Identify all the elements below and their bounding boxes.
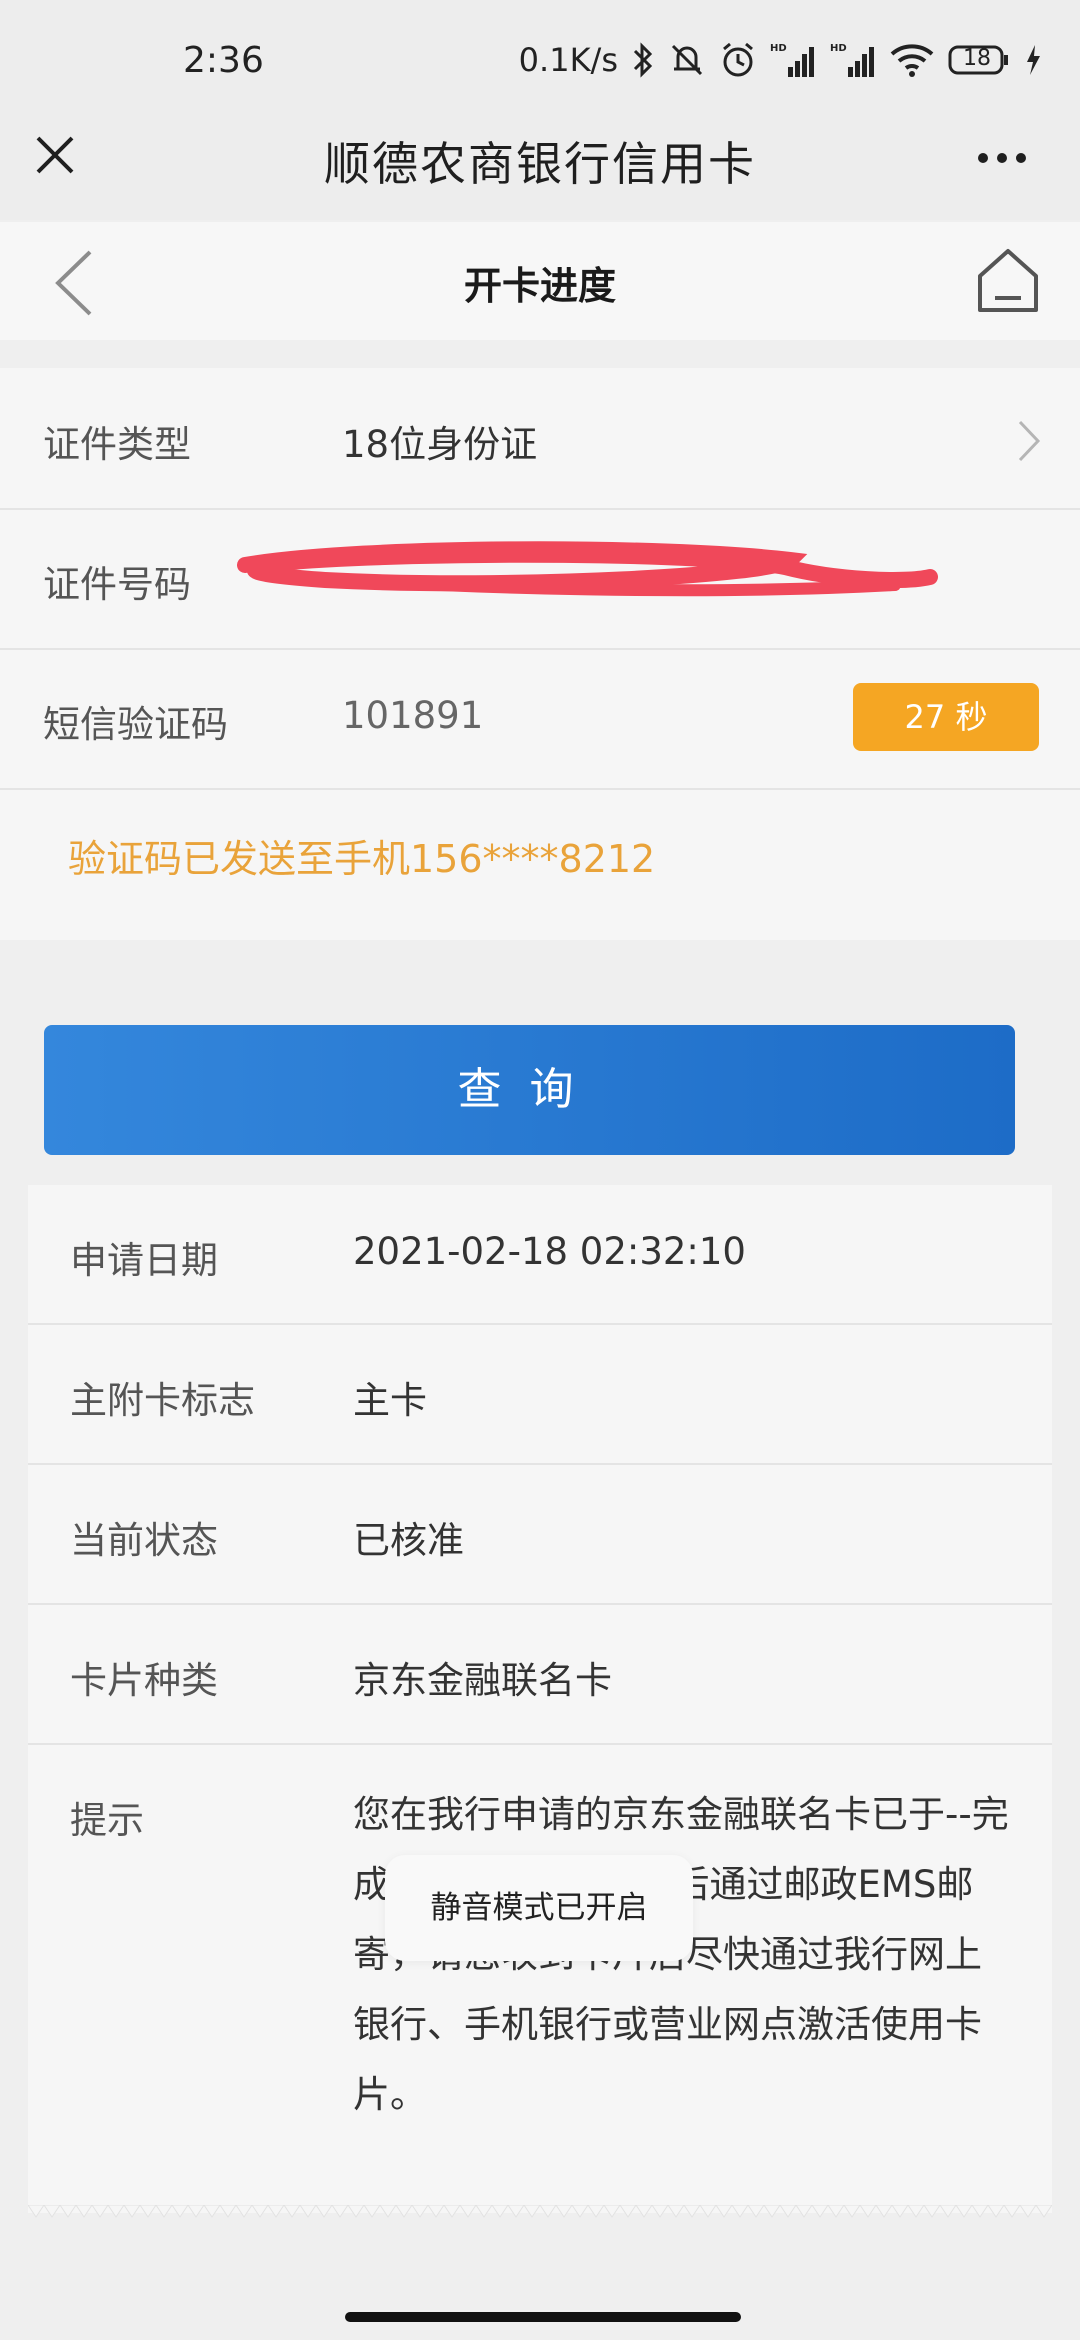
- status-value: 已核准: [353, 1519, 464, 1562]
- sms-sent-note: 验证码已发送至手机156****8212: [68, 837, 656, 881]
- id-number-label: 证件号码: [43, 563, 191, 606]
- apply-date-value: 2021-02-18 02:32:10: [353, 1230, 746, 1273]
- tip-label: 提示: [70, 1799, 144, 1842]
- card-role-value: 主卡: [353, 1379, 427, 1422]
- id-type-label: 证件类型: [43, 423, 191, 466]
- battery-icon: 18: [948, 44, 1010, 76]
- svg-text:HD: HD: [830, 43, 847, 54]
- card-type-value: 京东金融联名卡: [353, 1659, 612, 1702]
- svg-text:HD: HD: [770, 43, 787, 54]
- signal-hd-icon-2: HD: [830, 41, 876, 79]
- sms-code-row[interactable]: 短信验证码 101891 27 秒: [0, 648, 1080, 790]
- silent-mode-toast: 静音模式已开启: [385, 1855, 693, 1961]
- query-button[interactable]: 查询: [44, 1025, 1015, 1155]
- status-time: 2:36: [183, 40, 264, 81]
- bluetooth-icon: [632, 42, 654, 78]
- net-speed: 0.1K/s: [518, 41, 618, 79]
- page-title: 开卡进度: [463, 264, 616, 308]
- battery-level: 18: [963, 46, 991, 71]
- sms-code-input[interactable]: 101891: [342, 694, 483, 737]
- more-icon[interactable]: [978, 148, 1035, 167]
- home-indicator: [345, 2312, 741, 2322]
- signal-hd-icon: HD: [770, 41, 816, 79]
- table-row: 主附卡标志 主卡: [28, 1325, 1052, 1465]
- id-type-row[interactable]: 证件类型 18位身份证: [0, 368, 1080, 510]
- alarm-icon: [720, 41, 756, 79]
- resend-timer-button[interactable]: 27 秒: [853, 683, 1039, 751]
- id-type-value[interactable]: 18位身份证: [342, 414, 537, 468]
- charging-icon: [1024, 43, 1042, 77]
- table-row: 申请日期 2021-02-18 02:32:10: [28, 1185, 1052, 1325]
- status-icons: 0.1K/s HD HD 18: [519, 38, 1042, 82]
- receipt-edge: [27, 2204, 1061, 2229]
- mute-bell-icon: [668, 41, 706, 79]
- card-type-label: 卡片种类: [70, 1659, 218, 1702]
- apply-date-label: 申请日期: [70, 1239, 218, 1282]
- redaction-scribble: [215, 535, 945, 619]
- wifi-icon: [890, 42, 934, 78]
- card-role-label: 主附卡标志: [70, 1379, 255, 1422]
- status-label: 当前状态: [70, 1519, 218, 1562]
- chevron-right-icon: [1016, 418, 1042, 468]
- table-row: 卡片种类 京东金融联名卡: [28, 1605, 1052, 1745]
- home-icon[interactable]: [975, 246, 1041, 320]
- window-title: 顺德农商银行信用卡: [324, 137, 756, 191]
- sms-code-label: 短信验证码: [43, 703, 228, 746]
- table-row: 当前状态 已核准: [28, 1465, 1052, 1605]
